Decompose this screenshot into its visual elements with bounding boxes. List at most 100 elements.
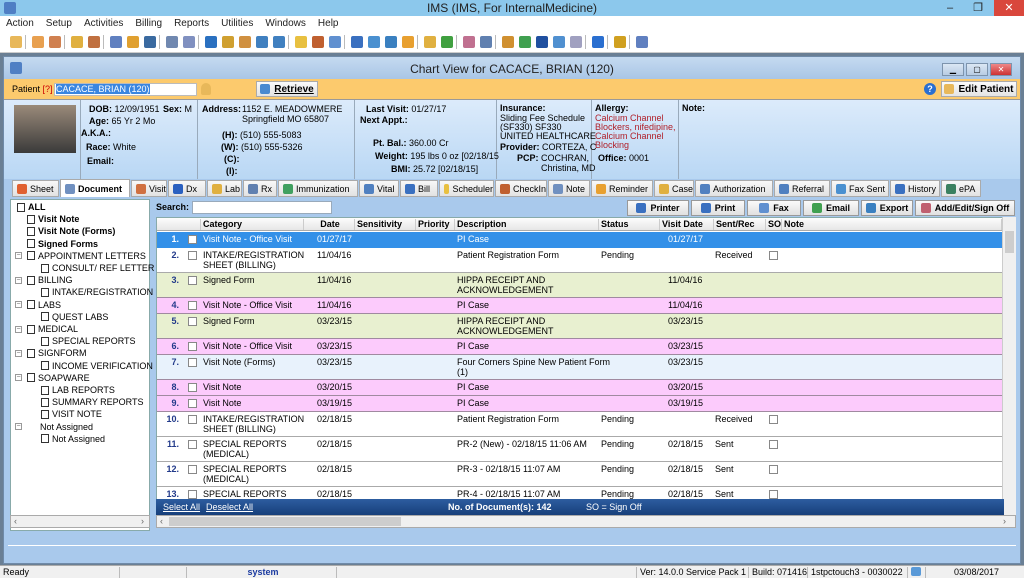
tab-checkin[interactable]: CheckIn xyxy=(495,180,547,197)
chart-icon[interactable] xyxy=(329,36,341,48)
tree-item-soapware[interactable]: − SOAPWARE xyxy=(15,373,90,383)
tree-horizontal-scrollbar[interactable]: ‹ › xyxy=(10,515,150,528)
reminder-icon[interactable] xyxy=(402,36,414,48)
table-row[interactable]: 5. Signed Form 03/23/15 HIPPA RECEIPT AND AC… xyxy=(157,314,1003,339)
tab-epa[interactable]: ePA xyxy=(941,180,981,197)
fax-button[interactable]: Fax xyxy=(747,200,801,216)
patient-lookup-icon[interactable] xyxy=(201,83,211,95)
row-select-checkbox[interactable] xyxy=(188,440,197,449)
collapse-toggle-icon[interactable]: − xyxy=(15,276,22,284)
tree-item-not-assigned[interactable]: − Not Assigned xyxy=(15,422,93,432)
collapse-toggle-icon[interactable]: − xyxy=(15,301,22,309)
tree-item-labs[interactable]: − LABS xyxy=(15,300,61,310)
sign-off-checkbox[interactable] xyxy=(769,465,778,474)
chart-maximize-button[interactable]: ▢ xyxy=(966,63,988,76)
tab-reminder[interactable]: Reminder xyxy=(591,180,653,197)
payment-icon[interactable] xyxy=(256,36,268,48)
column-header-so[interactable]: SO xyxy=(766,219,782,230)
tab-history[interactable]: History xyxy=(890,180,940,197)
note-icon[interactable] xyxy=(183,36,195,48)
tree-item-visit-note-forms-[interactable]: Visit Note (Forms) xyxy=(27,226,115,236)
row-select-checkbox[interactable] xyxy=(188,317,197,326)
tab-scheduler[interactable]: Scheduler xyxy=(439,180,494,197)
row-select-checkbox[interactable] xyxy=(188,251,197,260)
collapse-toggle-icon[interactable]: − xyxy=(15,374,22,382)
row-select-checkbox[interactable] xyxy=(188,342,197,351)
grid-horizontal-scrollbar[interactable]: ‹ › xyxy=(156,515,1016,528)
tree-item-summary-reports[interactable]: SUMMARY REPORTS xyxy=(41,397,144,407)
tab-vital[interactable]: Vital xyxy=(359,180,399,197)
tab-immunization[interactable]: Immunization xyxy=(278,180,358,197)
user-icon[interactable] xyxy=(32,36,44,48)
table-row[interactable]: 8. Visit Note 03/20/15 PI Case 03/20/15 xyxy=(157,380,1003,396)
help-icon[interactable] xyxy=(592,36,604,48)
edit-icon[interactable] xyxy=(88,36,100,48)
menu-activities[interactable]: Activities xyxy=(78,16,129,31)
tree-item-quest-labs[interactable]: QUEST LABS xyxy=(41,312,108,322)
send-icon[interactable] xyxy=(385,36,397,48)
shield-icon[interactable] xyxy=(144,36,156,48)
table-row[interactable]: 9. Visit Note 03/19/15 PI Case 03/19/15 xyxy=(157,396,1003,412)
tab-lab[interactable]: Lab xyxy=(207,180,242,197)
tab-sheet[interactable]: Sheet xyxy=(12,180,59,197)
table-row[interactable]: 4. Visit Note - Office Visit 11/04/16 PI Ca… xyxy=(157,298,1003,314)
tab-visit[interactable]: Visit xyxy=(131,180,167,197)
tree-item-signed-forms[interactable]: Signed Forms xyxy=(27,239,98,249)
tree-item-visit-note[interactable]: Visit Note xyxy=(27,214,79,224)
column-header-sensitivity[interactable]: Sensitivity xyxy=(355,219,416,230)
table-row[interactable]: 2. INTAKE/REGISTRATION SHEET (BILLING) 11/0… xyxy=(157,248,1003,273)
restore-button[interactable]: ❐ xyxy=(964,0,992,16)
tree-item-medical[interactable]: − MEDICAL xyxy=(15,324,78,334)
menu-action[interactable]: Action xyxy=(0,16,40,31)
statement-icon[interactable] xyxy=(273,36,285,48)
import-icon[interactable] xyxy=(502,36,514,48)
list-icon[interactable] xyxy=(570,36,582,48)
table-row[interactable]: 6. Visit Note - Office Visit 03/23/15 PI Ca… xyxy=(157,339,1003,355)
row-select-checkbox[interactable] xyxy=(188,358,197,367)
message-icon[interactable] xyxy=(553,36,565,48)
tab-case[interactable]: Case xyxy=(654,180,694,197)
tree-item-intake-registration[interactable]: INTAKE/REGISTRATION xyxy=(41,287,153,297)
scheduler-icon[interactable] xyxy=(295,36,307,48)
word-icon[interactable] xyxy=(536,36,548,48)
lab-flask-icon[interactable] xyxy=(127,36,139,48)
column-header-status[interactable]: Status xyxy=(599,219,660,230)
report-icon[interactable] xyxy=(441,36,453,48)
tree-item-consult-ref-letter[interactable]: CONSULT/ REF LETTER xyxy=(41,263,154,273)
tab-dx[interactable]: Dx xyxy=(168,180,206,197)
table-row[interactable]: 12. SPECIAL REPORTS (MEDICAL) 02/18/15 PR-3 … xyxy=(157,462,1003,487)
sign-off-checkbox[interactable] xyxy=(769,440,778,449)
fax-icon[interactable] xyxy=(351,36,363,48)
row-select-checkbox[interactable] xyxy=(188,415,197,424)
tree-item-not-assigned[interactable]: Not Assigned xyxy=(41,434,105,444)
report2-icon[interactable] xyxy=(480,36,492,48)
patient-help-hint[interactable]: [?] xyxy=(43,84,53,94)
tree-item-appointment-letters[interactable]: − APPOINTMENT LETTERS xyxy=(15,251,146,261)
column-header-visit-date[interactable]: Visit Date xyxy=(660,219,714,230)
lock-icon[interactable] xyxy=(614,36,626,48)
table-row[interactable]: 1. Visit Note - Office Visit 01/27/17 PI Ca… xyxy=(157,232,1003,248)
column-header-sent-rec[interactable]: Sent/Rec xyxy=(714,219,766,230)
collapse-toggle-icon[interactable]: − xyxy=(15,423,22,431)
tree-item-all[interactable]: ALL xyxy=(17,202,46,212)
tab-authorization[interactable]: Authorization xyxy=(695,180,773,197)
row-select-checkbox[interactable] xyxy=(188,465,197,474)
search-input[interactable] xyxy=(192,201,332,214)
document-category-tree[interactable]: ALL Visit Note Visit Note (Forms) Signed Fo… xyxy=(10,199,154,531)
table-row[interactable]: 10. INTAKE/REGISTRATION SHEET (BILLING) 02/… xyxy=(157,412,1003,437)
tab-rx[interactable]: Rx xyxy=(243,180,277,197)
tab-document[interactable]: Document xyxy=(60,179,130,197)
row-select-checkbox[interactable] xyxy=(188,276,197,285)
clipboard-icon[interactable] xyxy=(110,36,122,48)
collapse-toggle-icon[interactable]: − xyxy=(15,349,22,357)
patient-icon[interactable] xyxy=(10,36,22,48)
sign-off-checkbox[interactable] xyxy=(769,251,778,260)
chart-close-button[interactable]: ✕ xyxy=(990,63,1012,76)
cube-icon[interactable] xyxy=(368,36,380,48)
help-icon[interactable]: ? xyxy=(924,83,936,95)
table-row[interactable]: 3. Signed Form 11/04/16 HIPPA RECEIPT AND AC… xyxy=(157,273,1003,298)
row-select-checkbox[interactable] xyxy=(188,490,197,499)
column-header-category[interactable]: Category xyxy=(201,219,304,230)
minimize-button[interactable]: – xyxy=(936,0,964,16)
menu-billing[interactable]: Billing xyxy=(129,16,168,31)
